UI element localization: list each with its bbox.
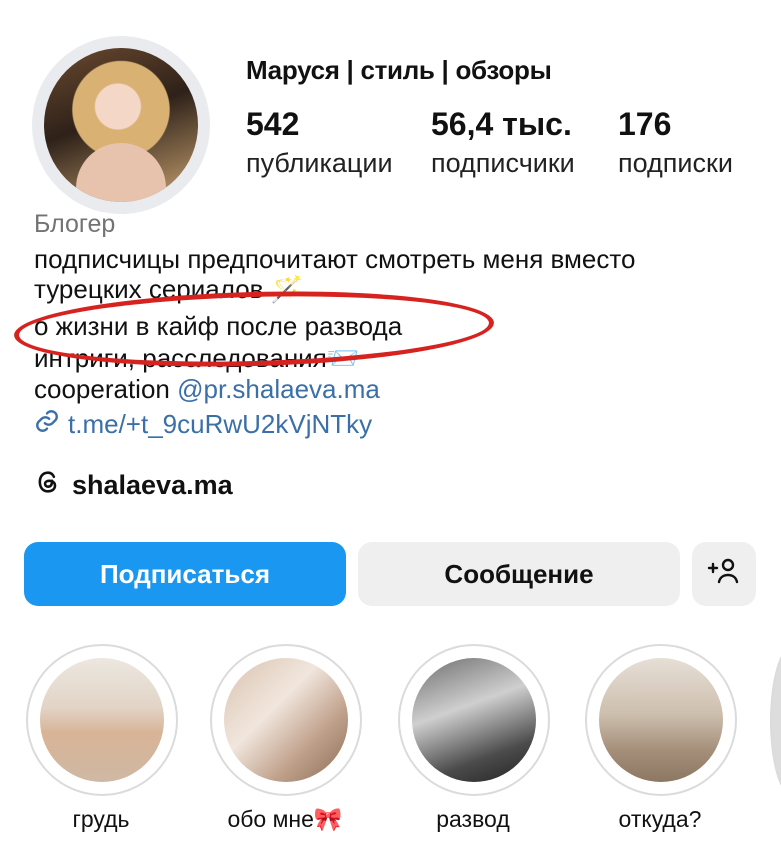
following-label[interactable]: подписки [618,148,733,179]
message-button[interactable]: Сообщение [358,542,680,606]
highlight-cover [599,658,723,782]
highlight-ring[interactable] [585,644,737,796]
highlight-label: откуда? [618,806,702,832]
mention-link[interactable]: @pr.shalaeva.ma [177,374,380,404]
threads-handle[interactable]: shalaeva.ma [72,470,233,501]
story-highlight-partial[interactable] [770,646,781,796]
avatar[interactable] [44,48,198,202]
profile-category: Блогер [34,210,116,238]
story-highlight[interactable]: обо мне🎀 [210,644,362,833]
posts-label[interactable]: публикации [246,148,393,179]
highlight-cover [224,658,348,782]
add-person-button[interactable] [692,542,756,606]
bio-line: подписчицы предпочитают смотреть меня вм… [34,244,636,274]
highlight-ring[interactable] [26,644,178,796]
highlight-label: грудь [72,806,130,832]
link-text[interactable]: t.me/+t_9cuRwU2kVjNTky [68,409,372,440]
threads-icon [34,468,62,503]
profile-username: Маруся | стиль | обзоры [246,55,552,85]
bio-cooperation-text: cooperation [34,374,178,404]
followers-label[interactable]: подписчики [431,148,575,179]
follow-button[interactable]: Подписаться [24,542,346,606]
threads-badge[interactable]: shalaeva.ma [34,468,233,503]
following-count[interactable]: 176 [618,106,671,143]
highlight-ring[interactable] [398,644,550,796]
followers-count[interactable]: 56,4 тыс. [431,106,572,143]
story-highlight[interactable]: грудь [26,644,178,833]
highlight-label: развод [436,806,510,832]
highlight-ring[interactable] [210,644,362,796]
highlight-label: обо мне🎀 [227,806,343,832]
add-person-icon [706,556,742,593]
highlight-cover [412,658,536,782]
story-highlight[interactable]: откуда? [585,644,737,833]
story-highlight[interactable]: развод [398,644,550,833]
link-icon [34,408,60,441]
bio-line: cooperation @pr.shalaeva.ma [34,374,380,405]
posts-count[interactable]: 542 [246,106,299,143]
highlight-cover [40,658,164,782]
external-link[interactable]: t.me/+t_9cuRwU2kVjNTky [34,408,372,441]
